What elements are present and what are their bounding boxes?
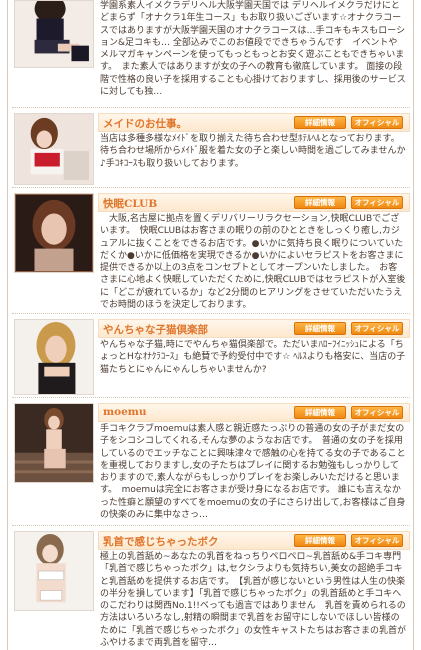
shop-header: メイドのお仕事。 詳細情報 オフィシャル — [98, 113, 410, 132]
listing-entry: 学園系素人イメクラデリヘル大阪学園天国では デリヘルイメクラだけにとどまらず「オ… — [12, 0, 410, 108]
official-site-button[interactable]: オフィシャル — [351, 534, 403, 547]
shop-thumbnail[interactable] — [14, 531, 94, 611]
shop-header: やんちゃな子猫倶楽部 詳細情報 オフィシャル — [98, 319, 410, 338]
shop-header: 乳首で感じちゃったボク 詳細情報 オフィシャル — [98, 531, 410, 550]
listing-entry: メイドのお仕事。 詳細情報 オフィシャル 当店は多種多様なﾒｲﾄﾞを取り揃えた待… — [12, 108, 410, 188]
shop-description: 大阪,名古屋に拠点を置くデリバリーリラクセーション,快眠CLUBでございます。 … — [100, 214, 406, 311]
shop-thumbnail[interactable] — [14, 113, 94, 185]
shop-description: 手コキクラブmoemuは素人感と親近感たっぷりの普通の女の子がまだ女の子をシコシ… — [100, 424, 406, 521]
shop-name[interactable]: やんちゃな子猫倶楽部 — [103, 322, 208, 337]
details-button[interactable]: 詳細情報 — [294, 196, 346, 209]
shop-header: 快眠CLUB 詳細情報 オフィシャル — [98, 193, 410, 212]
shop-name[interactable]: 快眠CLUB — [103, 196, 157, 211]
shop-description: 当店は多種多様なﾒｲﾄﾞを取り揃えた待ち合わせ型ﾎﾃﾙﾍﾙとなっております。待ち… — [100, 134, 406, 169]
photo-woman-stairs-icon — [15, 404, 93, 482]
photo-maid-icon — [15, 114, 93, 184]
official-site-button[interactable]: オフィシャル — [351, 406, 403, 419]
photo-woman-lingerie-icon — [15, 532, 93, 610]
shop-header: moemu 詳細情報 オフィシャル — [98, 403, 410, 422]
official-site-button[interactable]: オフィシャル — [351, 322, 403, 335]
official-site-button[interactable]: オフィシャル — [351, 196, 403, 209]
official-site-button[interactable]: オフィシャル — [351, 116, 403, 129]
shop-description: 学園系素人イメクラデリヘル大阪学園天国では デリヘルイメクラだけにとどまらず「オ… — [100, 1, 406, 98]
listing-entry: moemu 詳細情報 オフィシャル 手コキクラブmoemuは素人感と親近感たっぷ… — [12, 398, 410, 526]
shop-description: 極上の乳首舐め~あなたの乳首をねっちりペロペロ~乳首舐め&手コキ専門「乳首で感じ… — [100, 552, 406, 649]
listing-entry: 乳首で感じちゃったボク 詳細情報 オフィシャル 極上の乳首舐め~あなたの乳首をね… — [12, 526, 410, 650]
shop-description: やんちゃな子猫,時にでやんちゃ猫倶楽部で。ただいまﾊﾛｰﾌｲﾆｯｼｭによる「ちょ… — [100, 340, 406, 375]
details-button[interactable]: 詳細情報 — [294, 534, 346, 547]
photo-woman-portrait-icon — [15, 194, 93, 272]
details-button[interactable]: 詳細情報 — [294, 322, 346, 335]
photo-girl-uniform-icon — [15, 1, 93, 67]
listing-entry: やんちゃな子猫倶楽部 詳細情報 オフィシャル やんちゃな子猫,時にでやんちゃ猫倶… — [12, 314, 410, 398]
shop-name[interactable]: メイドのお仕事。 — [103, 116, 187, 131]
listing-entry: 快眠CLUB 詳細情報 オフィシャル 大阪,名古屋に拠点を置くデリバリーリラクセ… — [12, 188, 410, 314]
photo-blonde-girl-icon — [15, 320, 93, 394]
shop-name[interactable]: moemu — [103, 406, 147, 418]
details-button[interactable]: 詳細情報 — [294, 406, 346, 419]
shop-thumbnail[interactable] — [14, 0, 94, 68]
page: 学園系素人イメクラデリヘル大阪学園天国では デリヘルイメクラだけにとどまらず「オ… — [0, 0, 421, 650]
shop-thumbnail[interactable] — [14, 403, 94, 483]
shop-thumbnail[interactable] — [14, 193, 94, 273]
details-button[interactable]: 詳細情報 — [294, 116, 346, 129]
shop-name[interactable]: 乳首で感じちゃったボク — [103, 534, 219, 549]
shop-thumbnail[interactable] — [14, 319, 94, 395]
